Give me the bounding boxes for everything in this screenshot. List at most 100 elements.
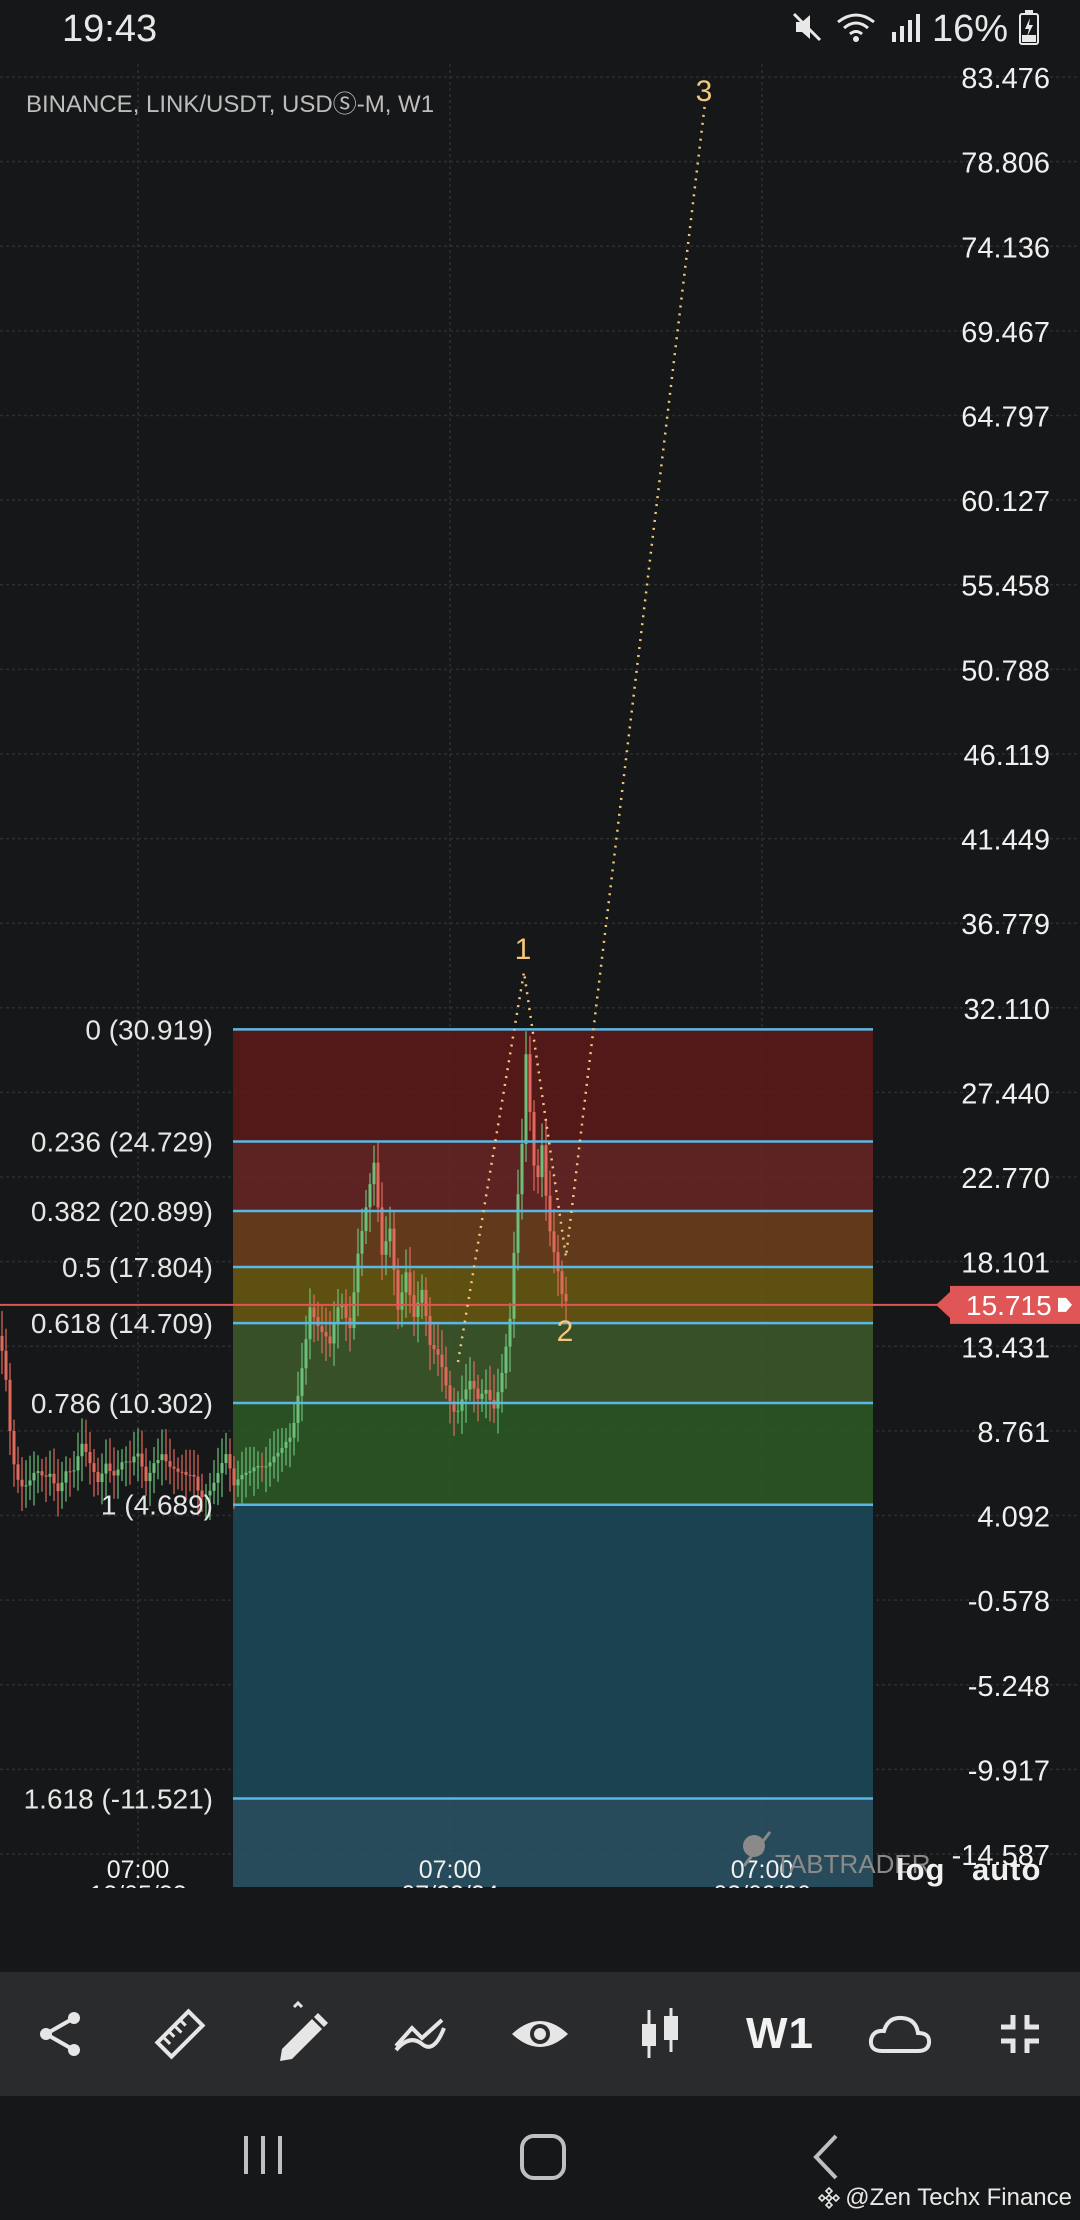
candle-body [404,1272,408,1293]
candle-body [84,1443,88,1453]
collapse-icon [1001,2015,1039,2053]
back-button[interactable] [808,2132,844,2187]
candle-body [488,1389,492,1400]
price-tick-label-2: 74.136 [961,232,1050,264]
candle-body [176,1468,180,1472]
share-icon [40,2012,80,2056]
candle-body [380,1207,384,1255]
candle-body [300,1368,304,1396]
candle-body [188,1474,192,1476]
home-icon [520,2134,566,2180]
draw-button[interactable] [240,1972,360,2096]
cloud-icon [868,2015,932,2053]
candle-body [356,1253,360,1293]
candle-body [36,1471,40,1473]
watermark-text: @Zen Techx Finance [845,2184,1072,2211]
candle-body [288,1437,292,1442]
candle-body [388,1228,392,1242]
collapse-button[interactable] [960,1972,1080,2096]
candle-body [256,1466,260,1468]
price-tick-label-5: 60.127 [961,486,1050,518]
candle-body [20,1479,24,1487]
candle-body [556,1252,560,1272]
candle-body [128,1461,132,1463]
candle-body [424,1289,428,1317]
price-chart[interactable]: 0 (30.919) 0.236 (24.729) 0.382 (20.899) 0.… [0,64,1080,1888]
fib-label-0: 0 (30.919) [85,1014,213,1045]
wave-label-2: 3 [696,75,713,108]
candle-body [112,1470,116,1476]
pencil-icon [280,2000,328,2061]
candle-body [152,1463,156,1473]
visibility-button[interactable] [480,1972,600,2096]
candle-body [552,1231,556,1253]
share-button[interactable] [0,1972,120,2096]
price-tick-label-4: 64.797 [961,401,1050,433]
candle-body [408,1272,412,1296]
candle-body [464,1389,468,1400]
candle-body [12,1430,16,1465]
ruler-button[interactable] [120,1972,240,2096]
candle-body [544,1145,548,1196]
eye-icon [512,2021,568,2047]
recents-button[interactable] [240,2132,286,2183]
chart-area[interactable]: 0 (30.919) 0.236 (24.729) 0.382 (20.899) 0.… [0,64,1080,1888]
candle-body [172,1466,176,1469]
candle-body [516,1194,520,1253]
x-tick-date-1: 07/22/24 [401,1881,498,1888]
timeframe-button[interactable]: W1 [720,1972,840,2096]
candle-body [60,1482,64,1492]
candle-body [512,1252,516,1319]
candle-body [316,1317,320,1327]
candle-body [16,1464,20,1480]
battery-charging-icon [1018,9,1040,50]
recents-icon [244,2136,282,2174]
candle-body [528,1054,532,1113]
fib-zone-5 [233,1402,873,1505]
home-button[interactable] [518,2132,568,2187]
status-icons: 16% [790,8,1040,51]
chart-type-button[interactable] [600,1972,720,2096]
signal-icon [888,10,922,49]
candle-body [276,1452,280,1457]
candle-body [232,1468,236,1486]
status-time: 19:43 [62,8,158,50]
candle-body [532,1112,536,1166]
candle-body [68,1471,72,1473]
fib-label-4: 0.618 (14.709) [31,1308,213,1339]
candle-body [124,1461,128,1463]
candle-body [88,1452,92,1464]
fib-zone-3 [233,1267,873,1324]
candle-body [420,1289,424,1303]
x-tick-time-1: 07:00 [419,1856,482,1884]
candle-body [428,1316,432,1345]
candle-body [248,1471,252,1473]
candle-body [268,1462,272,1467]
candle-body [224,1454,228,1464]
candle-body [108,1463,112,1471]
candle-body [48,1473,52,1477]
auto-scale-toggle[interactable]: auto [972,1852,1041,1888]
candle-body [332,1324,336,1344]
candle-body [400,1292,404,1310]
fib-label-6: 1 (4.689) [101,1490,213,1521]
cloud-sync-button[interactable] [840,1972,960,2096]
price-tick-label-12: 27.440 [961,1078,1050,1110]
log-scale-toggle[interactable]: log [896,1852,946,1888]
candle-body [548,1195,552,1232]
candle-body [0,1335,4,1351]
candle-body [260,1466,264,1468]
candle-body [472,1380,476,1389]
candle-body [272,1456,276,1463]
candle-body [476,1388,480,1399]
candle-body [560,1271,564,1295]
indicators-icon [394,2018,446,2052]
candle-body [164,1454,168,1462]
indicators-button[interactable] [360,1972,480,2096]
candle-body [32,1472,36,1481]
candle-body [444,1367,448,1386]
candle-body [136,1453,140,1457]
candle-body [216,1473,220,1483]
fib-zone-0 [233,1029,873,1142]
candle-body [72,1470,76,1472]
